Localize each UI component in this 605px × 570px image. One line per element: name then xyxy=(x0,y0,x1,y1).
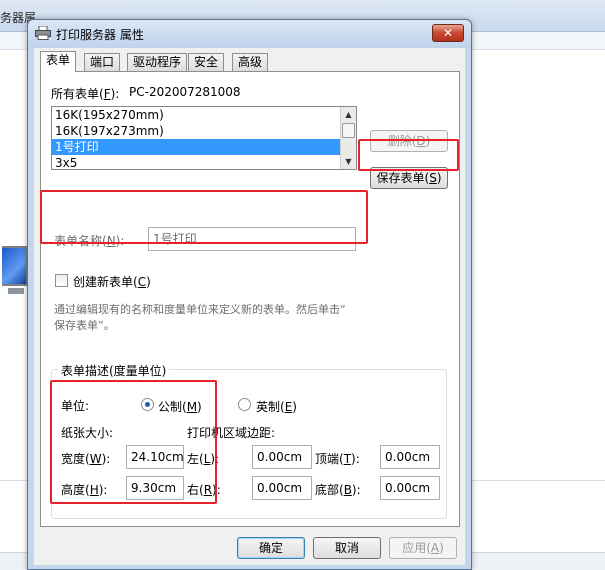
computer-monitor-icon xyxy=(0,246,30,310)
tab-ports[interactable]: 端口 xyxy=(84,53,121,71)
tab-forms[interactable]: 表单 xyxy=(40,51,77,72)
top-margin-input[interactable]: 0.00cm xyxy=(380,445,440,469)
tab-security[interactable]: 安全 xyxy=(188,53,225,71)
english-radio[interactable] xyxy=(238,398,251,411)
scroll-down-icon[interactable]: ▼ xyxy=(341,154,356,169)
list-item[interactable]: 16K(197x273mm) xyxy=(52,123,356,139)
printer-icon xyxy=(35,26,51,40)
top-margin-label: 顶端(T): xyxy=(315,452,360,466)
ok-button[interactable]: 确定 xyxy=(237,537,305,559)
close-button[interactable]: ✕ xyxy=(432,24,464,42)
list-item[interactable]: 16K(195x270mm) xyxy=(52,107,356,123)
bottom-margin-label: 底部(B): xyxy=(315,483,361,497)
close-icon: ✕ xyxy=(442,26,454,40)
forms-on-value: PC-202007281008 xyxy=(129,85,241,99)
apply-button[interactable]: 应用(A) xyxy=(389,537,457,559)
listbox-scrollbar[interactable]: ▲ ▼ xyxy=(340,107,356,169)
highlight-form-name xyxy=(40,190,368,244)
right-margin-input[interactable]: 0.00cm xyxy=(252,476,312,500)
highlight-save-form xyxy=(358,139,459,171)
create-new-form-label[interactable]: 创建新表单(C) xyxy=(73,273,151,290)
cancel-button[interactable]: 取消 xyxy=(313,537,381,559)
dialog-titlebar[interactable]: 打印服务器 属性 ✕ xyxy=(28,20,471,48)
hint-text-line1: 通过编辑现有的名称和度量单位来定义新的表单。然后单击“ xyxy=(54,303,346,316)
form-listbox[interactable]: 16K(195x270mm) 16K(197x273mm) 1号打印 3x5 ▲… xyxy=(51,106,357,170)
forms-on-label: 所有表单(F): xyxy=(51,87,120,101)
hint-text-line2: 保存表单”。 xyxy=(54,319,115,332)
form-description-title: 表单描述(度量单位) xyxy=(58,362,170,379)
bottom-margin-input[interactable]: 0.00cm xyxy=(380,476,440,500)
tab-drivers[interactable]: 驱动程序 xyxy=(127,53,188,71)
create-new-form-checkbox[interactable] xyxy=(55,274,68,287)
scroll-up-icon[interactable]: ▲ xyxy=(341,107,356,122)
english-radio-label[interactable]: 英制(E) xyxy=(256,398,297,415)
dialog-title: 打印服务器 属性 xyxy=(56,28,144,42)
scrollbar-thumb[interactable] xyxy=(342,123,355,138)
tab-advanced[interactable]: 高级 xyxy=(232,53,269,71)
list-item-selected[interactable]: 1号打印 xyxy=(52,139,356,155)
list-item[interactable]: 3x5 xyxy=(52,155,356,169)
highlight-paper-size xyxy=(50,380,217,504)
left-margin-input[interactable]: 0.00cm xyxy=(252,445,312,469)
